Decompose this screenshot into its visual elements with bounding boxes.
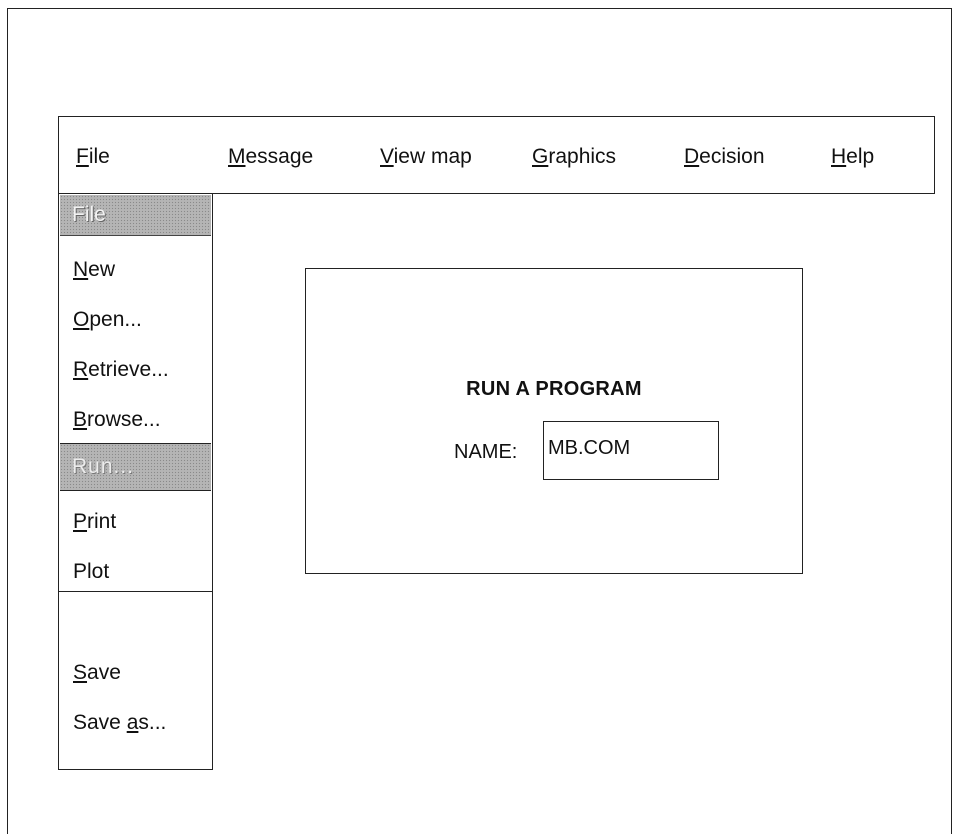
menu-item-plot[interactable]: Plot	[73, 560, 109, 584]
name-label: NAME:	[454, 441, 518, 463]
file-menu-header[interactable]: File	[60, 195, 211, 236]
menu-help[interactable]: Help	[831, 145, 874, 169]
run-program-dialog: RUN A PROGRAM NAME: MB.COM	[305, 268, 803, 574]
menu-bar: File Message View map Graphics Decision …	[58, 116, 935, 194]
menu-item-save[interactable]: Save	[73, 661, 121, 685]
file-dropdown-menu: File New Open... Retrieve... Browse... R…	[58, 193, 213, 770]
menu-decision[interactable]: Decision	[684, 145, 765, 169]
menu-view-map[interactable]: View map	[380, 145, 472, 169]
menu-separator	[59, 591, 212, 592]
menu-file[interactable]: File	[76, 145, 110, 169]
program-name-input[interactable]: MB.COM	[543, 421, 719, 480]
dialog-title: RUN A PROGRAM	[466, 378, 642, 400]
menu-item-browse[interactable]: Browse...	[73, 408, 161, 432]
menu-item-run[interactable]: Run...	[60, 443, 211, 491]
menu-item-save-as[interactable]: Save as...	[73, 711, 166, 735]
menu-item-open[interactable]: Open...	[73, 308, 142, 332]
menu-item-retrieve[interactable]: Retrieve...	[73, 358, 169, 382]
menu-item-new[interactable]: New	[73, 258, 115, 282]
menu-message[interactable]: Message	[228, 145, 313, 169]
menu-item-print[interactable]: Print	[73, 510, 116, 534]
menu-graphics[interactable]: Graphics	[532, 145, 616, 169]
